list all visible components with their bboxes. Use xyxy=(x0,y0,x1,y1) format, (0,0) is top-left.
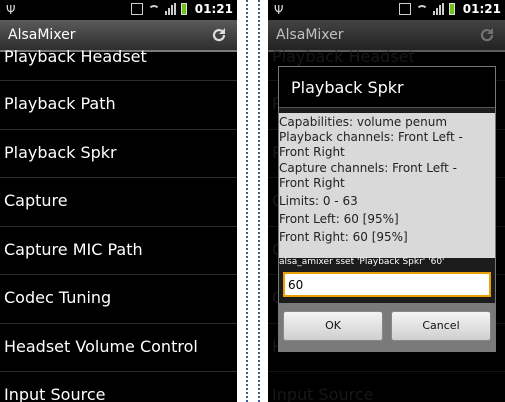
dialog-header: Playback Spkr xyxy=(279,67,495,107)
refresh-icon xyxy=(480,28,494,42)
list-item-label: Playback Path xyxy=(4,94,116,113)
battery-icon xyxy=(181,3,187,15)
info-line: Playback channels: Front Left - xyxy=(279,130,463,144)
list-item[interactable]: Input Source xyxy=(0,372,237,402)
list-item[interactable]: Playback Headset xyxy=(0,47,237,81)
list-item-label: Codec Tuning xyxy=(4,288,112,307)
signal-icon xyxy=(165,3,177,15)
list-item-label: Capture xyxy=(4,191,68,210)
dialog-separator xyxy=(279,107,495,108)
list-item[interactable]: Playback Spkr xyxy=(0,130,237,178)
status-bar: Ψ 01:21 xyxy=(0,0,237,20)
ok-button[interactable]: OK xyxy=(283,311,383,341)
app-title: AlsaMixer xyxy=(8,27,76,43)
divider xyxy=(258,0,260,402)
command-label: alsa_amixer sset 'Playback Spkr' '60' xyxy=(279,257,445,267)
info-line: Front Right xyxy=(279,176,345,190)
battery-icon xyxy=(449,3,455,15)
list-item-label: Playback Spkr xyxy=(4,142,117,162)
control-list: Playback Headset Playback Path Playback … xyxy=(0,47,237,402)
list-item[interactable]: Codec Tuning xyxy=(0,275,237,324)
list-item-label: Playback Headset xyxy=(4,47,147,66)
info-line: Front Left: 60 [95%] xyxy=(279,212,399,226)
refresh-icon[interactable] xyxy=(211,27,227,43)
dialog-info: Capabilities: volume penum Playback chan… xyxy=(279,113,495,258)
cancel-button[interactable]: Cancel xyxy=(391,311,491,341)
info-line: Front Right xyxy=(279,145,345,159)
list-item[interactable]: Headset Volume Control xyxy=(0,324,237,372)
dialog-button-bar: OK Cancel xyxy=(279,303,495,351)
info-line: Capture channels: Front Left - xyxy=(279,161,458,175)
usb-icon: Ψ xyxy=(6,3,16,17)
list-item-label: Headset Volume Control xyxy=(4,336,198,356)
list-item-label: Input Source xyxy=(4,385,106,402)
list-item[interactable]: Capture MIC Path xyxy=(0,227,237,275)
app-title: AlsaMixer xyxy=(276,27,344,43)
list-item[interactable]: Playback Path xyxy=(0,81,237,130)
vibrate-icon xyxy=(131,3,143,15)
info-line: Limits: 0 - 63 xyxy=(279,194,358,208)
wifi-icon xyxy=(147,3,161,15)
status-time: 01:21 xyxy=(194,2,233,16)
list-item-label: Capture MIC Path xyxy=(4,239,143,259)
screen-right: Ψ 01:21 AlsaMixer Playback Headset Playb… xyxy=(268,0,505,402)
list-item[interactable]: Capture xyxy=(0,178,237,227)
usb-icon: Ψ xyxy=(274,3,284,17)
info-line: Front Right: 60 [95%] xyxy=(279,230,408,244)
wifi-icon xyxy=(415,3,429,15)
status-bar: Ψ 01:21 xyxy=(268,0,505,20)
dialog-title: Playback Spkr xyxy=(291,78,404,97)
status-time: 01:21 xyxy=(462,2,501,16)
divider xyxy=(246,0,248,402)
vibrate-icon xyxy=(399,3,411,15)
control-dialog: Playback Spkr Capabilities: volume penum… xyxy=(278,66,496,352)
screen-left: Ψ 01:21 AlsaMixer Playback Headset Playb… xyxy=(0,0,237,402)
info-line: Capabilities: volume penum xyxy=(279,115,448,129)
signal-icon xyxy=(433,3,445,15)
value-input[interactable]: 60 xyxy=(283,272,491,297)
